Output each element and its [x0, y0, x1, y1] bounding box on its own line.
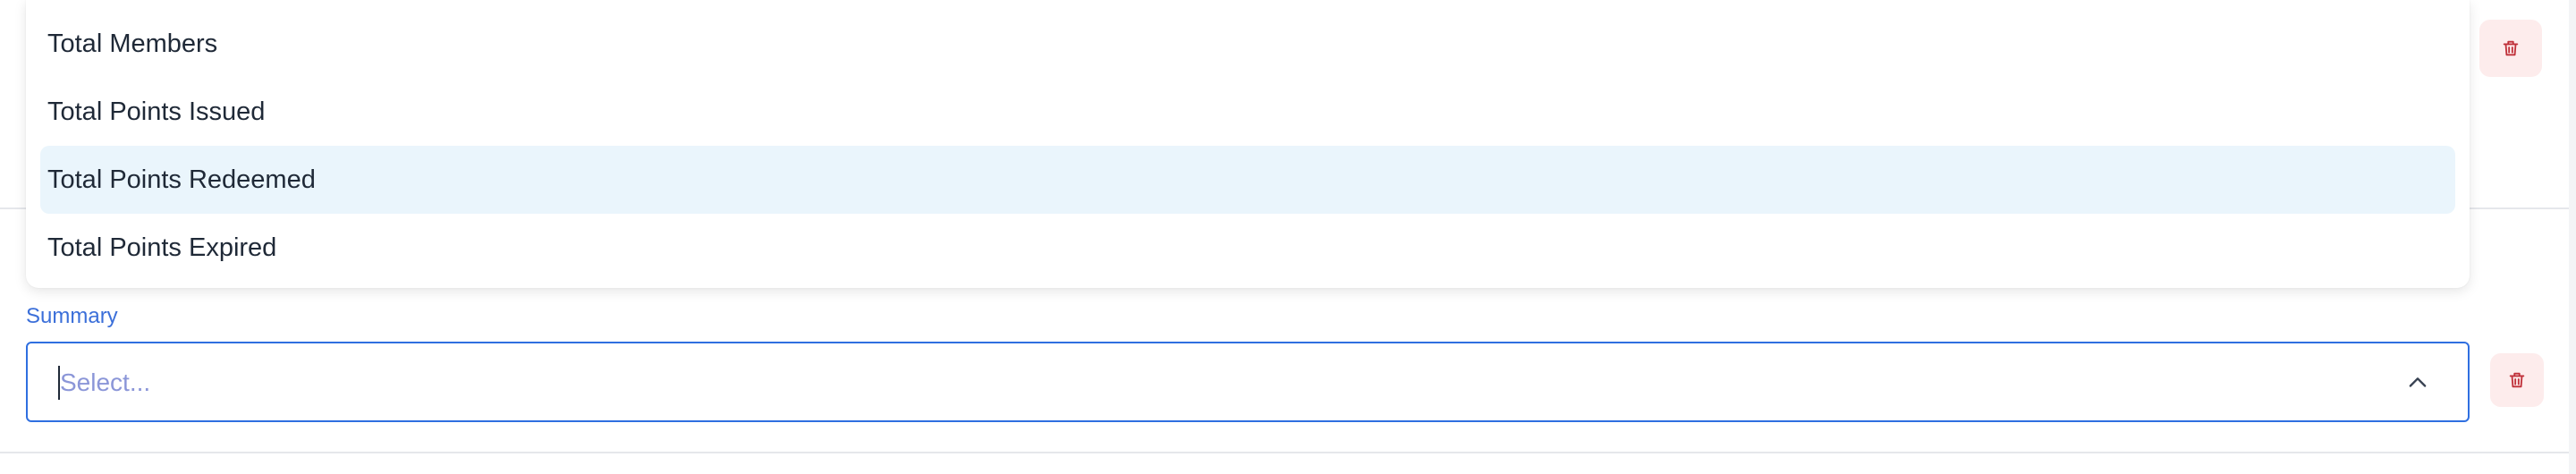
- option-total-points-redeemed[interactable]: Total Points Redeemed: [40, 146, 2455, 214]
- option-total-points-issued[interactable]: Total Points Issued: [40, 78, 2455, 146]
- delete-button[interactable]: [2490, 353, 2544, 407]
- option-total-members[interactable]: Total Members: [40, 10, 2455, 78]
- option-total-points-expired[interactable]: Total Points Expired: [40, 214, 2455, 282]
- summary-select[interactable]: Select...: [26, 342, 2470, 422]
- chevron-up-icon[interactable]: [2405, 370, 2430, 395]
- right-edge: [2569, 0, 2576, 474]
- trash-icon: [2509, 372, 2525, 388]
- dropdown-menu: Total Members Total Points Issued Total …: [26, 0, 2470, 288]
- summary-label: Summary: [26, 304, 118, 328]
- select-placeholder: Select...: [60, 368, 151, 396]
- section-divider: [0, 452, 2569, 453]
- delete-button[interactable]: [2479, 20, 2542, 77]
- trash-icon: [2503, 40, 2519, 56]
- page: Summary Select... Total Members Total Po…: [0, 0, 2576, 474]
